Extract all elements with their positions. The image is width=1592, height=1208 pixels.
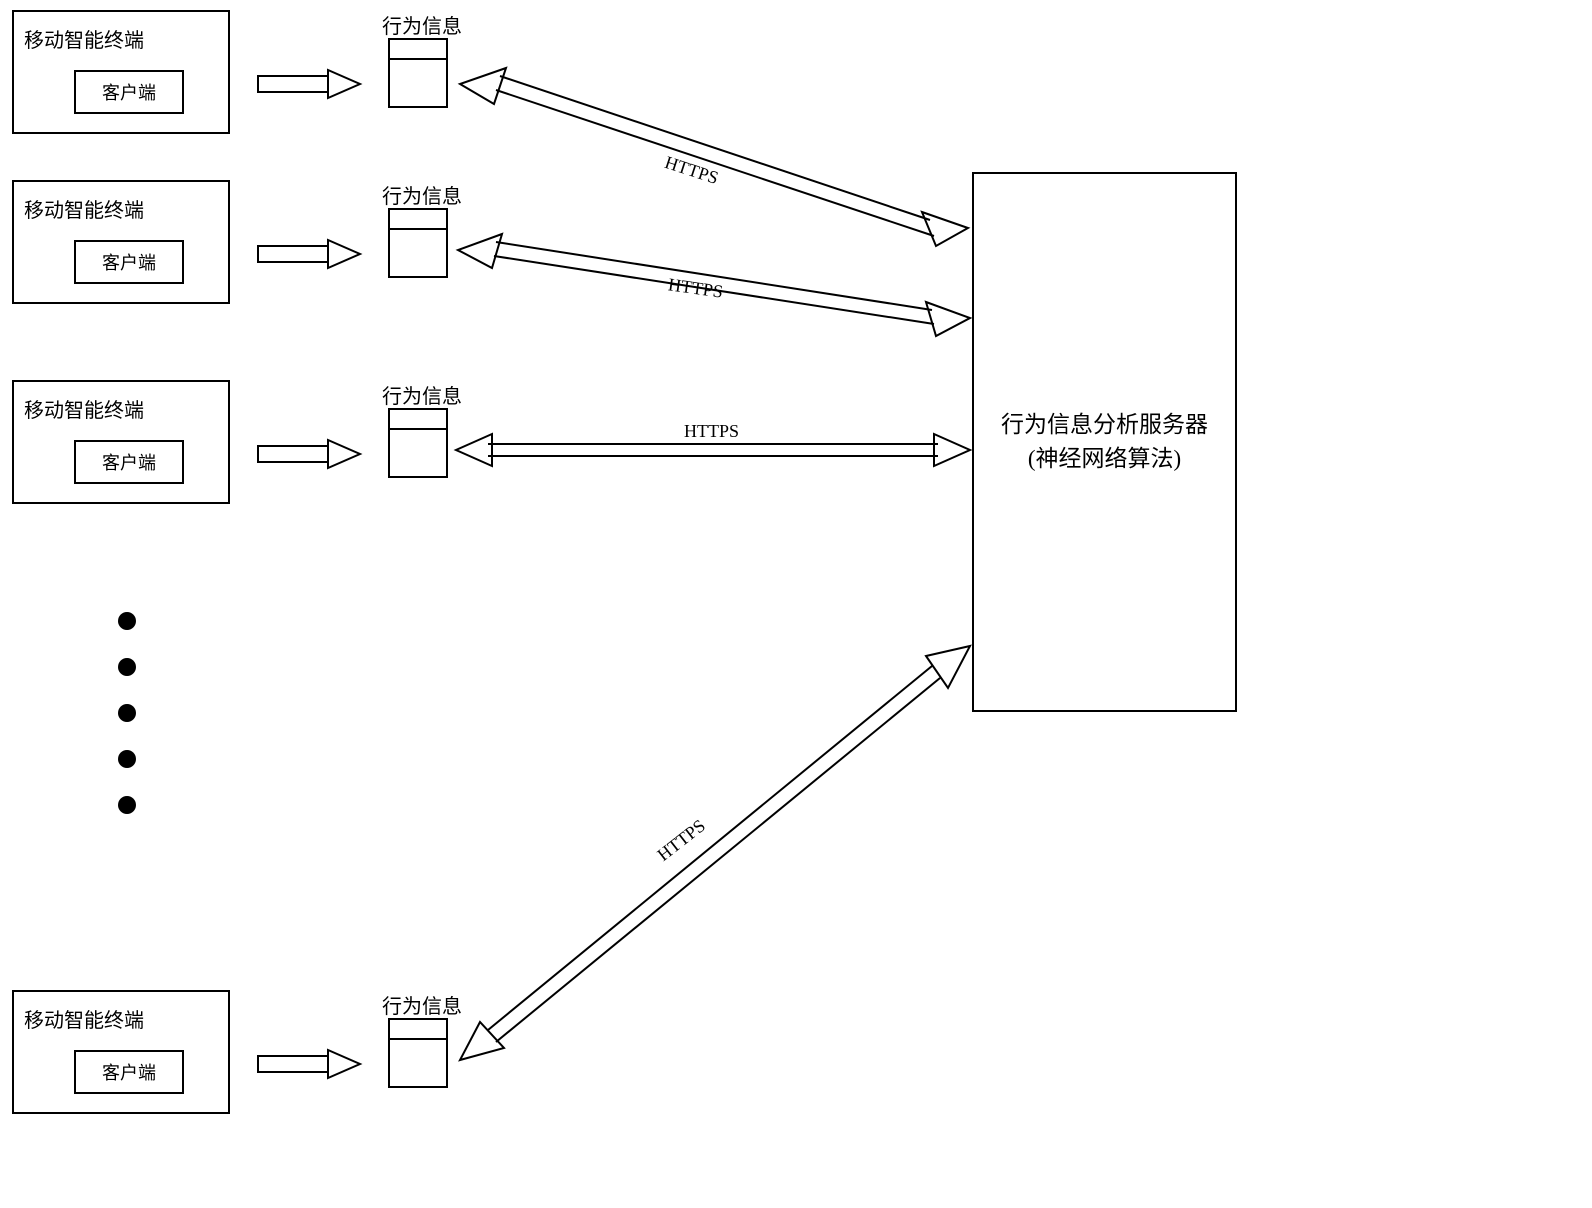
double-arrow-icon <box>450 60 980 270</box>
behavior-box <box>388 408 448 478</box>
terminal-label: 移动智能终端 <box>24 394 218 423</box>
behavior-box <box>388 208 448 278</box>
dot-icon <box>118 658 136 676</box>
client-box: 客户端 <box>74 440 184 484</box>
https-label: HTTPS <box>662 152 721 189</box>
server-title: 行为信息分析服务器 <box>1001 408 1208 443</box>
dot-icon <box>118 704 136 722</box>
terminal-box: 移动智能终端 客户端 <box>12 380 230 504</box>
https-label: HTTPS <box>653 815 709 865</box>
arrow-right-icon <box>252 64 372 104</box>
arrow-right-icon <box>252 434 372 474</box>
arrow-right-icon <box>252 234 372 274</box>
dot-icon <box>118 750 136 768</box>
ellipsis-dots <box>118 612 136 814</box>
https-label: HTTPS <box>684 421 739 442</box>
arrow-right-icon <box>252 1044 372 1084</box>
client-box: 客户端 <box>74 240 184 284</box>
behavior-label: 行为信息 <box>382 180 462 209</box>
behavior-label: 行为信息 <box>382 10 462 39</box>
client-box: 客户端 <box>74 70 184 114</box>
terminal-box: 移动智能终端 客户端 <box>12 180 230 304</box>
server-subtitle: (神经网络算法) <box>1028 442 1181 477</box>
https-label: HTTPS <box>667 274 724 302</box>
terminal-box: 移动智能终端 客户端 <box>12 10 230 134</box>
behavior-label: 行为信息 <box>382 990 462 1019</box>
dot-icon <box>118 796 136 814</box>
terminal-box: 移动智能终端 客户端 <box>12 990 230 1114</box>
terminal-label: 移动智能终端 <box>24 24 218 53</box>
client-box: 客户端 <box>74 1050 184 1094</box>
double-arrow-icon <box>450 640 988 1070</box>
behavior-box <box>388 38 448 108</box>
behavior-label: 行为信息 <box>382 380 462 409</box>
behavior-box <box>388 1018 448 1088</box>
server-box: 行为信息分析服务器 (神经网络算法) <box>972 172 1237 712</box>
terminal-label: 移动智能终端 <box>24 1004 218 1033</box>
terminal-label: 移动智能终端 <box>24 194 218 223</box>
dot-icon <box>118 612 136 630</box>
